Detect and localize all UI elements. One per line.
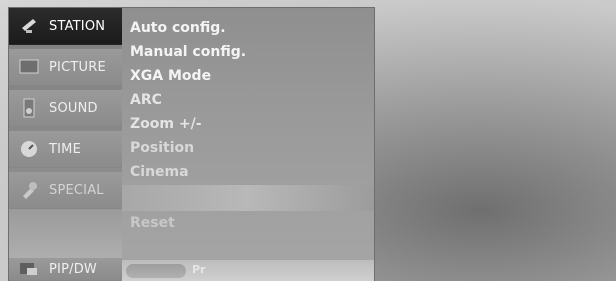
menu-item-zoom[interactable]: Zoom +/- [130, 116, 202, 138]
menu-item-arc[interactable]: ARC [130, 92, 162, 114]
menu-item-cinema[interactable]: Cinema [130, 164, 189, 186]
bottom-hint-bar: Pr [122, 260, 374, 281]
tv-icon [19, 57, 39, 77]
bottom-hint-text: Pr [192, 263, 206, 276]
sidebar-item-label: PICTURE [49, 59, 106, 75]
pip-icon [19, 259, 39, 279]
menu-item-auto-config[interactable]: Auto config. [130, 20, 226, 42]
sidebar-item-picture[interactable]: PICTURE [9, 49, 122, 86]
wrench-icon [19, 180, 39, 200]
osd-sidebar: STATION PICTURE SOUND TIME SPECIAL PIP/D… [9, 8, 122, 281]
sidebar-item-label: TIME [49, 141, 82, 157]
sidebar-item-label: PIP/DW [49, 261, 97, 277]
menu-item-position[interactable]: Position [130, 140, 194, 162]
sidebar-item-label: SPECIAL [49, 182, 104, 198]
sidebar-item-label: STATION [49, 18, 106, 34]
speaker-icon [19, 98, 39, 118]
sidebar-item-pipdw[interactable]: PIP/DW [9, 258, 122, 281]
menu-item-xga-mode[interactable]: XGA Mode [130, 68, 211, 90]
pr-button[interactable] [126, 264, 186, 278]
menu-item-manual-config[interactable]: Manual config. [130, 44, 246, 66]
osd-menu-panel: STATION PICTURE SOUND TIME SPECIAL PIP/D… [9, 8, 374, 281]
station-menu-content: Auto config. Manual config. XGA Mode ARC… [122, 8, 374, 281]
sidebar-item-label: SOUND [49, 100, 98, 116]
reset-menu-item[interactable]: Reset [130, 215, 175, 231]
sidebar-item-special[interactable]: SPECIAL [9, 172, 122, 209]
sidebar-item-time[interactable]: TIME [9, 131, 122, 168]
sidebar-item-sound[interactable]: SOUND [9, 90, 122, 127]
clock-icon [19, 139, 39, 159]
sidebar-item-station[interactable]: STATION [9, 8, 122, 45]
menu-divider [122, 185, 374, 211]
satellite-icon [19, 16, 39, 36]
